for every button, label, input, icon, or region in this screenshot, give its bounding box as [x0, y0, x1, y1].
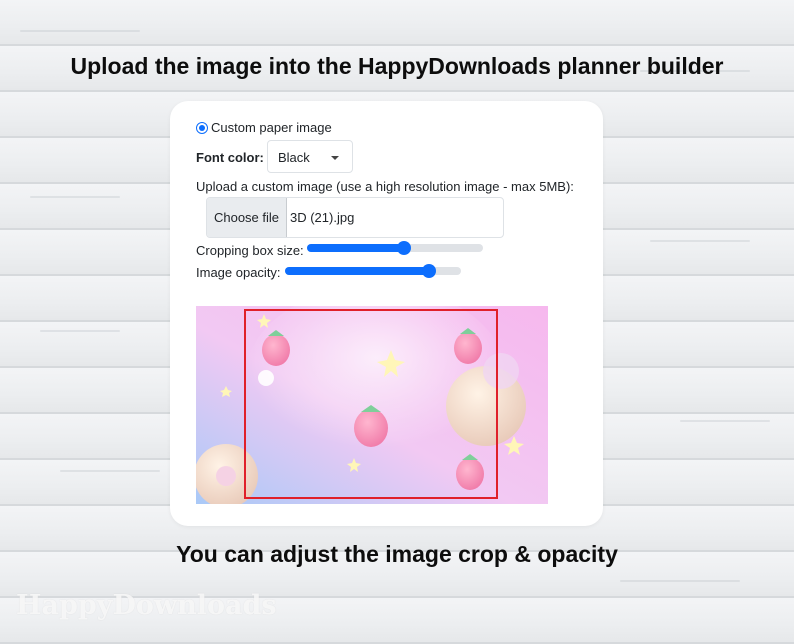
custom-paper-radio[interactable]: [196, 122, 208, 134]
opacity-label: Image opacity:: [196, 265, 281, 280]
planner-builder-panel: Custom paper image Font color: Black Upl…: [170, 101, 603, 526]
custom-paper-label: Custom paper image: [211, 120, 332, 135]
font-color-label: Font color:: [196, 150, 264, 165]
font-color-value: Black: [278, 150, 310, 165]
opacity-thumb[interactable]: [422, 264, 437, 278]
choose-file-button[interactable]: Choose file: [207, 198, 287, 237]
file-input[interactable]: Choose file 3D (21).jpg: [206, 197, 504, 238]
crop-size-fill: [307, 244, 404, 252]
image-preview: [196, 306, 548, 504]
opacity-slider[interactable]: [285, 264, 461, 278]
watermark: HappyDownloads: [16, 590, 277, 621]
crop-box[interactable]: [244, 309, 498, 499]
page-title: Upload the image into the HappyDownloads…: [70, 53, 724, 79]
crop-size-slider[interactable]: [307, 241, 483, 255]
font-color-select[interactable]: Black: [267, 140, 353, 173]
file-name: 3D (21).jpg: [290, 210, 355, 225]
chevron-down-icon: [331, 156, 339, 160]
crop-size-label: Cropping box size:: [196, 243, 304, 258]
crop-size-thumb[interactable]: [396, 241, 411, 255]
opacity-fill: [285, 267, 430, 275]
upload-label: Upload a custom image (use a high resolu…: [196, 179, 574, 194]
page-subtitle: You can adjust the image crop & opacity: [176, 541, 618, 567]
